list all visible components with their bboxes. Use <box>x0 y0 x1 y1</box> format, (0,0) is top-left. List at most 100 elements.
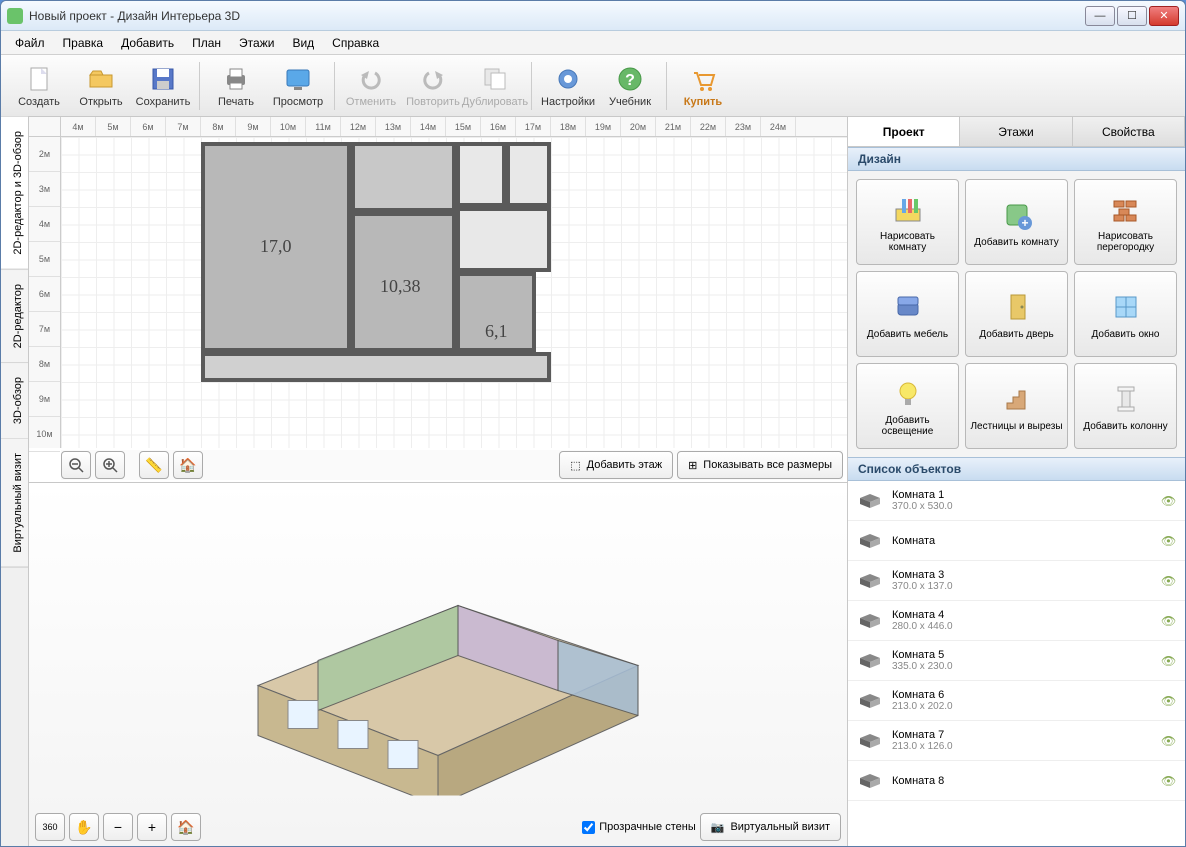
object-row[interactable]: Комната 3370.0 x 137.0👁 <box>848 561 1185 601</box>
minimize-button[interactable]: — <box>1085 6 1115 26</box>
home-3d-button[interactable]: 🏠 <box>171 813 201 841</box>
object-row[interactable]: Комната👁 <box>848 521 1185 561</box>
ruler-horizontal: 4м5м6м7м8м9м10м11м12м13м14м15м16м17м18м1… <box>61 117 847 137</box>
rotate-360-button[interactable]: 360 <box>35 813 65 841</box>
draw-room-button[interactable]: Нарисовать комнату <box>856 179 959 265</box>
room-7[interactable] <box>456 207 551 272</box>
menu-plan[interactable]: План <box>184 33 229 53</box>
object-row[interactable]: Комната 7213.0 x 126.0👁 <box>848 721 1185 761</box>
toolbar-open-button[interactable]: Открыть <box>71 58 131 114</box>
object-row[interactable]: Комната 6213.0 x 202.0👁 <box>848 681 1185 721</box>
menu-view[interactable]: Вид <box>284 33 322 53</box>
vtab-3d[interactable]: 3D-обзор <box>1 363 28 439</box>
right-tabs: Проект Этажи Свойства <box>848 117 1185 147</box>
vtab-virtual[interactable]: Виртуальный визит <box>1 439 28 568</box>
tab-floors[interactable]: Этажи <box>960 117 1072 146</box>
toolbar-new-button[interactable]: Создать <box>9 58 69 114</box>
add-window-button[interactable]: Добавить окно <box>1074 271 1177 357</box>
visibility-icon[interactable]: 👁 <box>1161 774 1177 788</box>
object-row[interactable]: Комната 5335.0 x 230.0👁 <box>848 641 1185 681</box>
vertical-tabs: 2D-редактор и 3D-обзор 2D-редактор 3D-об… <box>1 117 29 846</box>
settings-icon <box>553 64 583 94</box>
svg-text:?: ? <box>625 72 635 89</box>
maximize-button[interactable]: ☐ <box>1117 6 1147 26</box>
virtual-visit-button[interactable]: 📷Виртуальный визит <box>700 813 841 841</box>
home-button[interactable]: 🏠 <box>173 451 203 479</box>
corridor[interactable] <box>201 352 551 382</box>
toolbar-print-button[interactable]: Печать <box>206 58 266 114</box>
help-icon: ? <box>615 64 645 94</box>
zoom-in-3d-button[interactable]: + <box>137 813 167 841</box>
add-door-icon <box>999 289 1035 325</box>
transparent-walls-checkbox[interactable]: Прозрачные стены <box>582 821 695 834</box>
show-dimensions-button[interactable]: ⊞Показывать все размеры <box>677 451 843 479</box>
toolbar-preview-button[interactable]: Просмотр <box>268 58 328 114</box>
add-column-button[interactable]: Добавить колонну <box>1074 363 1177 449</box>
design-section-header: Дизайн <box>848 147 1185 171</box>
tab-project[interactable]: Проект <box>848 117 960 146</box>
vtab-2d[interactable]: 2D-редактор <box>1 270 28 363</box>
add-column-icon <box>1108 381 1144 417</box>
object-row[interactable]: Комната 8👁 <box>848 761 1185 801</box>
menu-add[interactable]: Добавить <box>113 33 182 53</box>
ruler-corner <box>29 117 61 137</box>
add-light-button[interactable]: Добавить освещение <box>856 363 959 449</box>
object-row[interactable]: Комната 4280.0 x 446.0👁 <box>848 601 1185 641</box>
camera-icon: 📷 <box>711 821 725 834</box>
draw-wall-button[interactable]: Нарисовать перегородку <box>1074 179 1177 265</box>
ruler-vertical: 2м3м4м5м6м7м8м9м10м <box>29 137 61 448</box>
room-1[interactable]: 17,0 <box>201 142 351 352</box>
zoom-out-button[interactable] <box>61 451 91 479</box>
draw-room-icon <box>890 191 926 227</box>
visibility-icon[interactable]: 👁 <box>1161 534 1177 548</box>
toolbar-buy-button[interactable]: Купить <box>673 58 733 114</box>
add-floor-button[interactable]: ⬚Добавить этаж <box>559 451 673 479</box>
app-icon <box>7 8 23 24</box>
visibility-icon[interactable]: 👁 <box>1161 694 1177 708</box>
buy-icon <box>688 64 718 94</box>
visibility-icon[interactable]: 👁 <box>1161 574 1177 588</box>
room-5[interactable] <box>456 142 506 207</box>
room-6[interactable] <box>506 142 551 207</box>
zoom-out-3d-button[interactable]: − <box>103 813 133 841</box>
layers-icon: ⬚ <box>570 459 580 472</box>
ruler-button[interactable]: 📏 <box>139 451 169 479</box>
plan-controls: 📏 🏠 ⬚Добавить этаж ⊞Показывать все разме… <box>61 450 843 480</box>
redo-icon <box>418 64 448 94</box>
preview-icon <box>283 64 313 94</box>
view-3d-area[interactable]: 360 ✋ − + 🏠 Прозрачные стены 📷Виртуальны… <box>29 482 847 846</box>
menu-file[interactable]: Файл <box>7 33 53 53</box>
toolbar-help-button[interactable]: ?Учебник <box>600 58 660 114</box>
toolbar-save-button[interactable]: Сохранить <box>133 58 193 114</box>
room-2[interactable]: 10,38 <box>351 212 456 352</box>
floorplan[interactable]: 17,0 10,38 6,1 <box>201 142 571 382</box>
add-furniture-icon <box>890 289 926 325</box>
menu-floors[interactable]: Этажи <box>231 33 282 53</box>
toolbar-settings-button[interactable]: Настройки <box>538 58 598 114</box>
window-title: Новый проект - Дизайн Интерьера 3D <box>29 9 1085 23</box>
vtab-2d-3d[interactable]: 2D-редактор и 3D-обзор <box>1 117 28 270</box>
room-3[interactable]: 6,1 <box>456 272 536 352</box>
open-icon <box>86 64 116 94</box>
dup-icon <box>480 64 510 94</box>
visibility-icon[interactable]: 👁 <box>1161 654 1177 668</box>
object-row[interactable]: Комната 1370.0 x 530.0👁 <box>848 481 1185 521</box>
menu-help[interactable]: Справка <box>324 33 387 53</box>
canvas-2d[interactable]: 17,0 10,38 6,1 <box>61 137 847 448</box>
visibility-icon[interactable]: 👁 <box>1161 614 1177 628</box>
close-button[interactable]: ✕ <box>1149 6 1179 26</box>
menu-edit[interactable]: Правка <box>55 33 112 53</box>
room-icon <box>856 571 884 591</box>
add-door-button[interactable]: Добавить дверь <box>965 271 1068 357</box>
pan-button[interactable]: ✋ <box>69 813 99 841</box>
zoom-in-button[interactable] <box>95 451 125 479</box>
add-furniture-button[interactable]: Добавить мебель <box>856 271 959 357</box>
visibility-icon[interactable]: 👁 <box>1161 494 1177 508</box>
view3d-controls: 360 ✋ − + 🏠 Прозрачные стены 📷Виртуальны… <box>35 812 841 842</box>
stairs-button[interactable]: Лестницы и вырезы <box>965 363 1068 449</box>
visibility-icon[interactable]: 👁 <box>1161 734 1177 748</box>
room-icon <box>856 491 884 511</box>
tab-properties[interactable]: Свойства <box>1073 117 1185 146</box>
add-room-button[interactable]: +Добавить комнату <box>965 179 1068 265</box>
room-4[interactable] <box>351 142 456 212</box>
